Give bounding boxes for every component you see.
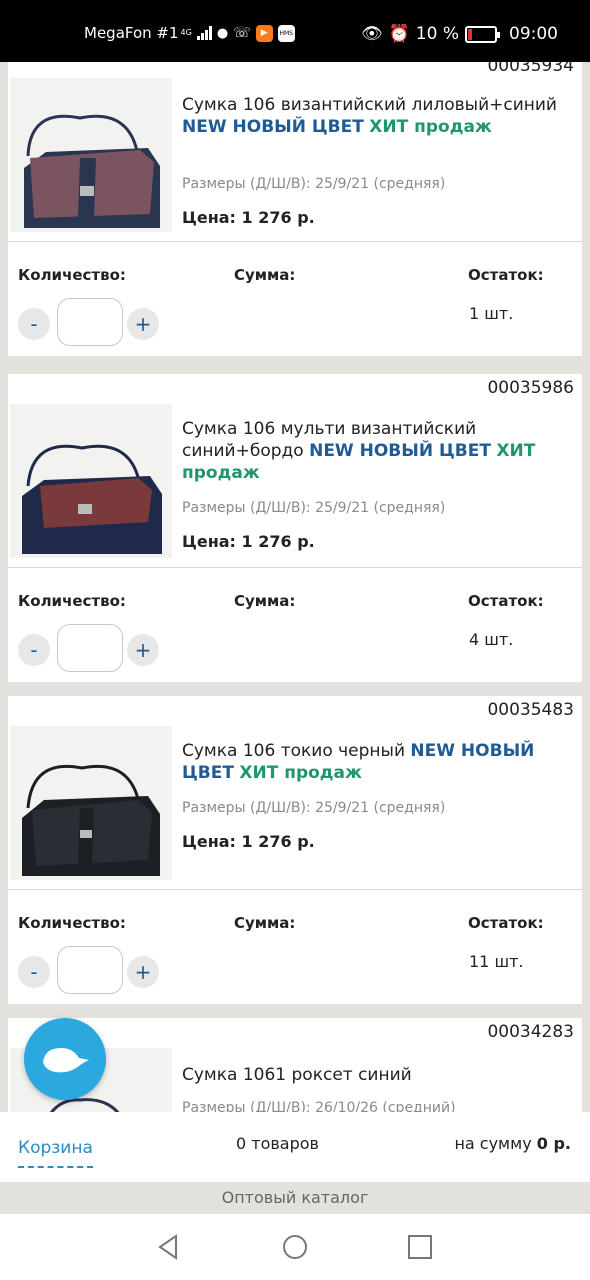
home-icon[interactable]	[280, 1232, 310, 1262]
product-image[interactable]	[10, 78, 172, 232]
product-price: Цена: 1 276 р.	[182, 832, 315, 851]
decrease-button[interactable]: -	[18, 308, 50, 340]
product-info[interactable]: 00035934 64 Сумка 106 византийский лилов…	[8, 62, 582, 242]
product-info[interactable]: 00035986 65 Сумка 106 мульти византийски…	[8, 374, 582, 568]
product-sizes: Размеры (Д/Ш/В): 26/10/26 (средний)	[182, 1100, 456, 1112]
viber-icon: ☏	[233, 25, 251, 41]
product-sizes: Размеры (Д/Ш/В): 25/9/21 (средняя)	[182, 800, 446, 816]
cart-total: на сумму 0 р.	[454, 1134, 571, 1153]
quantity-label: Количество:	[18, 592, 126, 610]
article-number: 00035986	[487, 378, 574, 398]
carrier-name: MegaFon #1	[84, 24, 179, 42]
order-row: Количество: Сумма: Остаток: - + 11 шт.	[8, 890, 582, 1004]
sum-label: Сумма:	[234, 592, 296, 610]
increase-button[interactable]: +	[127, 634, 159, 666]
product-price: Цена: 1 276 р.	[182, 532, 315, 551]
video-app-icon: ▶	[255, 24, 273, 42]
article-number: 00034283	[487, 1022, 574, 1042]
bag-image	[24, 114, 160, 228]
product-title[interactable]: Сумка 106 мульти византийский синий+борд…	[182, 418, 562, 484]
product-image[interactable]	[10, 726, 172, 880]
battery-percent: 10 %	[415, 24, 459, 44]
hit-tag: ХИТ продаж	[239, 763, 362, 783]
article-number: 00035483	[487, 700, 574, 720]
product-sizes: Размеры (Д/Ш/В): 25/9/21 (средняя)	[182, 500, 446, 516]
increase-button[interactable]: +	[127, 956, 159, 988]
hit-tag: ХИТ продаж	[369, 117, 492, 137]
article-number: 00035934	[487, 62, 574, 76]
product-title[interactable]: Сумка 106 византийский лиловый+синий NEW…	[182, 94, 562, 138]
money-icon: ●	[216, 25, 229, 41]
recents-icon[interactable]	[405, 1232, 435, 1262]
quantity-label: Количество:	[18, 914, 126, 932]
cart-total-value: 0 р.	[536, 1134, 571, 1153]
status-bar: MegaFon #1 4G ● ☏ ▶ HMS 👁 ⏰ 10 % 09:00	[0, 0, 590, 62]
signal-icon	[196, 26, 212, 40]
cart-count: 0 товаров	[236, 1134, 319, 1153]
quantity-input[interactable]	[57, 298, 123, 346]
order-row: Количество: Сумма: Остаток: - + 4 шт.	[8, 568, 582, 682]
new-tag: NEW НОВЫЙ ЦВЕТ	[309, 441, 491, 461]
decrease-button[interactable]: -	[18, 956, 50, 988]
quantity-input[interactable]	[57, 624, 123, 672]
product-name: Сумка 106 токио черный	[182, 741, 406, 761]
stock-label: Остаток:	[468, 592, 544, 610]
product-image[interactable]	[10, 404, 172, 558]
quantity-input[interactable]	[57, 946, 123, 994]
order-row: Количество: Сумма: Остаток: - + 1 шт.	[8, 242, 582, 356]
clock: 09:00	[509, 24, 558, 44]
alarm-icon: ⏰	[388, 24, 410, 44]
bag-image	[22, 764, 160, 876]
product-name: Сумка 106 византийский лиловый+синий	[182, 95, 557, 115]
battery-icon	[465, 25, 500, 43]
bag-image	[22, 444, 162, 554]
product-title[interactable]: Сумка 106 токио черный NEW НОВЫЙ ЦВЕТ ХИ…	[182, 740, 562, 784]
product-list[interactable]: 00035934 64 Сумка 106 византийский лилов…	[0, 62, 590, 1112]
sum-label: Сумма:	[234, 914, 296, 932]
product-sizes: Размеры (Д/Ш/В): 25/9/21 (средняя)	[182, 176, 446, 192]
status-left: MegaFon #1 4G ● ☏ ▶ HMS	[84, 24, 295, 42]
cart-total-label: на сумму	[454, 1134, 532, 1153]
decrease-button[interactable]: -	[18, 634, 50, 666]
quantity-label: Количество:	[18, 266, 126, 284]
status-right: 👁 ⏰ 10 % 09:00	[361, 24, 558, 44]
increase-button[interactable]: +	[127, 308, 159, 340]
stock-label: Остаток:	[468, 266, 544, 284]
system-nav-bar	[0, 1214, 590, 1280]
cart-bar: Корзина 0 товаров на сумму 0 р.	[0, 1112, 590, 1182]
back-icon[interactable]	[154, 1232, 184, 1262]
product-title[interactable]: Сумка 1061 роксет синий	[182, 1064, 562, 1086]
product-info[interactable]: 00035483 66 Сумка 106 токио черный NEW Н…	[8, 696, 582, 890]
stock-value: 1 шт.	[469, 304, 514, 323]
chat-bird-icon	[43, 1048, 89, 1073]
sum-label: Сумма:	[234, 266, 296, 284]
stock-label: Остаток:	[468, 914, 544, 932]
chat-button[interactable]	[24, 1018, 106, 1100]
product-price: Цена: 1 276 р.	[182, 208, 315, 227]
product-card: 00035483 66 Сумка 106 токио черный NEW Н…	[8, 696, 582, 1004]
stock-value: 11 шт.	[469, 952, 524, 971]
eye-icon: 👁	[361, 24, 383, 44]
hms-icon: HMS	[277, 24, 295, 42]
product-card: 00035986 65 Сумка 106 мульти византийски…	[8, 374, 582, 682]
network-type: 4G	[180, 28, 192, 37]
stock-value: 4 шт.	[469, 630, 514, 649]
new-tag: NEW НОВЫЙ ЦВЕТ	[182, 117, 364, 137]
catalog-footer[interactable]: Оптовый каталог	[0, 1182, 590, 1214]
cart-link[interactable]: Корзина	[18, 1138, 93, 1168]
product-name: Сумка 1061 роксет синий	[182, 1065, 412, 1085]
product-card: 00035934 64 Сумка 106 византийский лилов…	[8, 62, 582, 356]
